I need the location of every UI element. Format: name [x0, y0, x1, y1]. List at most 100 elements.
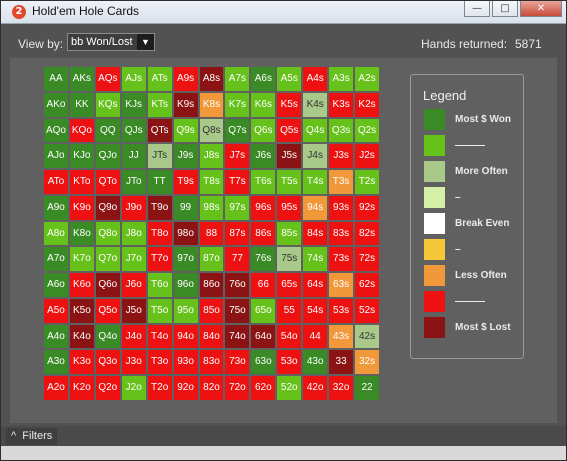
hand-cell[interactable]: AQs — [95, 67, 120, 91]
hand-cell[interactable]: 85o — [199, 298, 224, 323]
hand-cell[interactable]: K4s — [303, 92, 328, 117]
hand-cell[interactable]: 72s — [355, 247, 379, 272]
minimize-button[interactable]: — — [464, 1, 490, 17]
hand-cell[interactable]: A3s — [329, 67, 354, 91]
hand-cell[interactable]: 54o — [277, 324, 302, 349]
hand-cell[interactable]: T8o — [147, 221, 172, 246]
hand-cell[interactable]: 87s — [225, 221, 250, 246]
hand-cell[interactable]: 43o — [303, 350, 328, 375]
hand-cell[interactable]: 86o — [199, 273, 224, 297]
hand-cell[interactable]: J9s — [173, 144, 198, 169]
hand-cell[interactable]: 95s — [277, 195, 302, 220]
hand-cell[interactable]: K9s — [173, 92, 198, 117]
hand-cell[interactable]: AKo — [44, 92, 68, 117]
hand-cell[interactable]: 74s — [303, 247, 328, 272]
chevron-down-icon[interactable]: ▼ — [137, 34, 154, 50]
hand-cell[interactable]: 53s — [329, 298, 354, 323]
hand-cell[interactable]: 54s — [303, 298, 328, 323]
hand-cell[interactable]: T6o — [147, 273, 172, 297]
hand-cell[interactable]: 42o — [303, 376, 328, 400]
hand-cell[interactable]: QJo — [95, 144, 120, 169]
hand-cell[interactable]: 77 — [225, 247, 250, 272]
hand-cell[interactable]: K8o — [69, 221, 94, 246]
hand-cell[interactable]: 76s — [251, 247, 276, 272]
hand-cell[interactable]: T7s — [225, 170, 250, 194]
close-button[interactable]: ✕ — [520, 1, 562, 17]
hand-cell[interactable]: 82o — [199, 376, 224, 400]
hand-cell[interactable]: 64o — [251, 324, 276, 349]
hand-cell[interactable]: 75s — [277, 247, 302, 272]
hand-cell[interactable]: J4s — [303, 144, 328, 169]
hand-cell[interactable]: TT — [147, 170, 172, 194]
hand-cell[interactable]: J6s — [251, 144, 276, 169]
hand-cell[interactable]: 99 — [173, 195, 198, 220]
hand-cell[interactable]: A8o — [44, 221, 68, 246]
hand-cell[interactable]: 98o — [173, 221, 198, 246]
hand-cell[interactable]: Q4o — [95, 324, 120, 349]
hand-cell[interactable]: T7o — [147, 247, 172, 272]
hand-cell[interactable]: 94o — [173, 324, 198, 349]
hand-cell[interactable]: 83s — [329, 221, 354, 246]
hand-cell[interactable]: JJ — [121, 144, 146, 169]
hand-cell[interactable]: 92s — [355, 195, 379, 220]
hand-cell[interactable]: T9s — [173, 170, 198, 194]
hand-cell[interactable]: A7s — [225, 67, 250, 91]
maximize-button[interactable]: □ — [492, 1, 518, 17]
hand-cell[interactable]: AKs — [69, 67, 94, 91]
hand-cell[interactable]: J2o — [121, 376, 146, 400]
hand-cell[interactable]: T9o — [147, 195, 172, 220]
hand-cell[interactable]: 96o — [173, 273, 198, 297]
hand-cell[interactable]: 75o — [225, 298, 250, 323]
hand-cell[interactable]: 74o — [225, 324, 250, 349]
hand-cell[interactable]: 52o — [277, 376, 302, 400]
hand-cell[interactable]: K3o — [69, 350, 94, 375]
hand-cell[interactable]: 86s — [251, 221, 276, 246]
hand-cell[interactable]: K3s — [329, 92, 354, 117]
hand-cell[interactable]: A9o — [44, 195, 68, 220]
hand-cell[interactable]: QTo — [95, 170, 120, 194]
hand-cell[interactable]: 62o — [251, 376, 276, 400]
hand-cell[interactable]: A3o — [44, 350, 68, 375]
hand-cell[interactable]: K2s — [355, 92, 379, 117]
hand-cell[interactable]: 65o — [251, 298, 276, 323]
hand-cell[interactable]: K8s — [199, 92, 224, 117]
hand-cell[interactable]: A4o — [44, 324, 68, 349]
hand-cell[interactable]: 84o — [199, 324, 224, 349]
hand-cell[interactable]: 64s — [303, 273, 328, 297]
hand-cell[interactable]: 63s — [329, 273, 354, 297]
hand-cell[interactable]: AQo — [44, 118, 68, 143]
hand-cell[interactable]: K2o — [69, 376, 94, 400]
hand-cell[interactable]: J7s — [225, 144, 250, 169]
hand-cell[interactable]: Q6o — [95, 273, 120, 297]
hand-cell[interactable]: KTo — [69, 170, 94, 194]
hand-cell[interactable]: Q4s — [303, 118, 328, 143]
hand-cell[interactable]: 76o — [225, 273, 250, 297]
hand-cell[interactable]: 53o — [277, 350, 302, 375]
hand-cell[interactable]: 44 — [303, 324, 328, 349]
hand-cell[interactable]: 33 — [329, 350, 354, 375]
hand-cell[interactable]: A8s — [199, 67, 224, 91]
filters-toggle-button[interactable]: ^ Filters — [6, 428, 58, 445]
hand-cell[interactable]: T3s — [329, 170, 354, 194]
hand-cell[interactable]: A5s — [277, 67, 302, 91]
hand-cell[interactable]: K9o — [69, 195, 94, 220]
hand-cell[interactable]: 92o — [173, 376, 198, 400]
hand-cell[interactable]: 93s — [329, 195, 354, 220]
hand-cell[interactable]: J3o — [121, 350, 146, 375]
hand-cell[interactable]: K5s — [277, 92, 302, 117]
hand-cell[interactable]: Q7s — [225, 118, 250, 143]
hand-cell[interactable]: 32s — [355, 350, 379, 375]
hand-cell[interactable]: A6s — [251, 67, 276, 91]
hand-cell[interactable]: A4s — [303, 67, 328, 91]
hand-cell[interactable]: Q8o — [95, 221, 120, 246]
hand-cell[interactable]: Q8s — [199, 118, 224, 143]
hand-cell[interactable]: 93o — [173, 350, 198, 375]
hand-cell[interactable]: A2o — [44, 376, 68, 400]
hand-cell[interactable]: 32o — [329, 376, 354, 400]
hand-cell[interactable]: QTs — [147, 118, 172, 143]
hand-cell[interactable]: J9o — [121, 195, 146, 220]
hand-cell[interactable]: QQ — [95, 118, 120, 143]
hand-cell[interactable]: 63o — [251, 350, 276, 375]
hand-cell[interactable]: 97o — [173, 247, 198, 272]
hand-cell[interactable]: T5o — [147, 298, 172, 323]
